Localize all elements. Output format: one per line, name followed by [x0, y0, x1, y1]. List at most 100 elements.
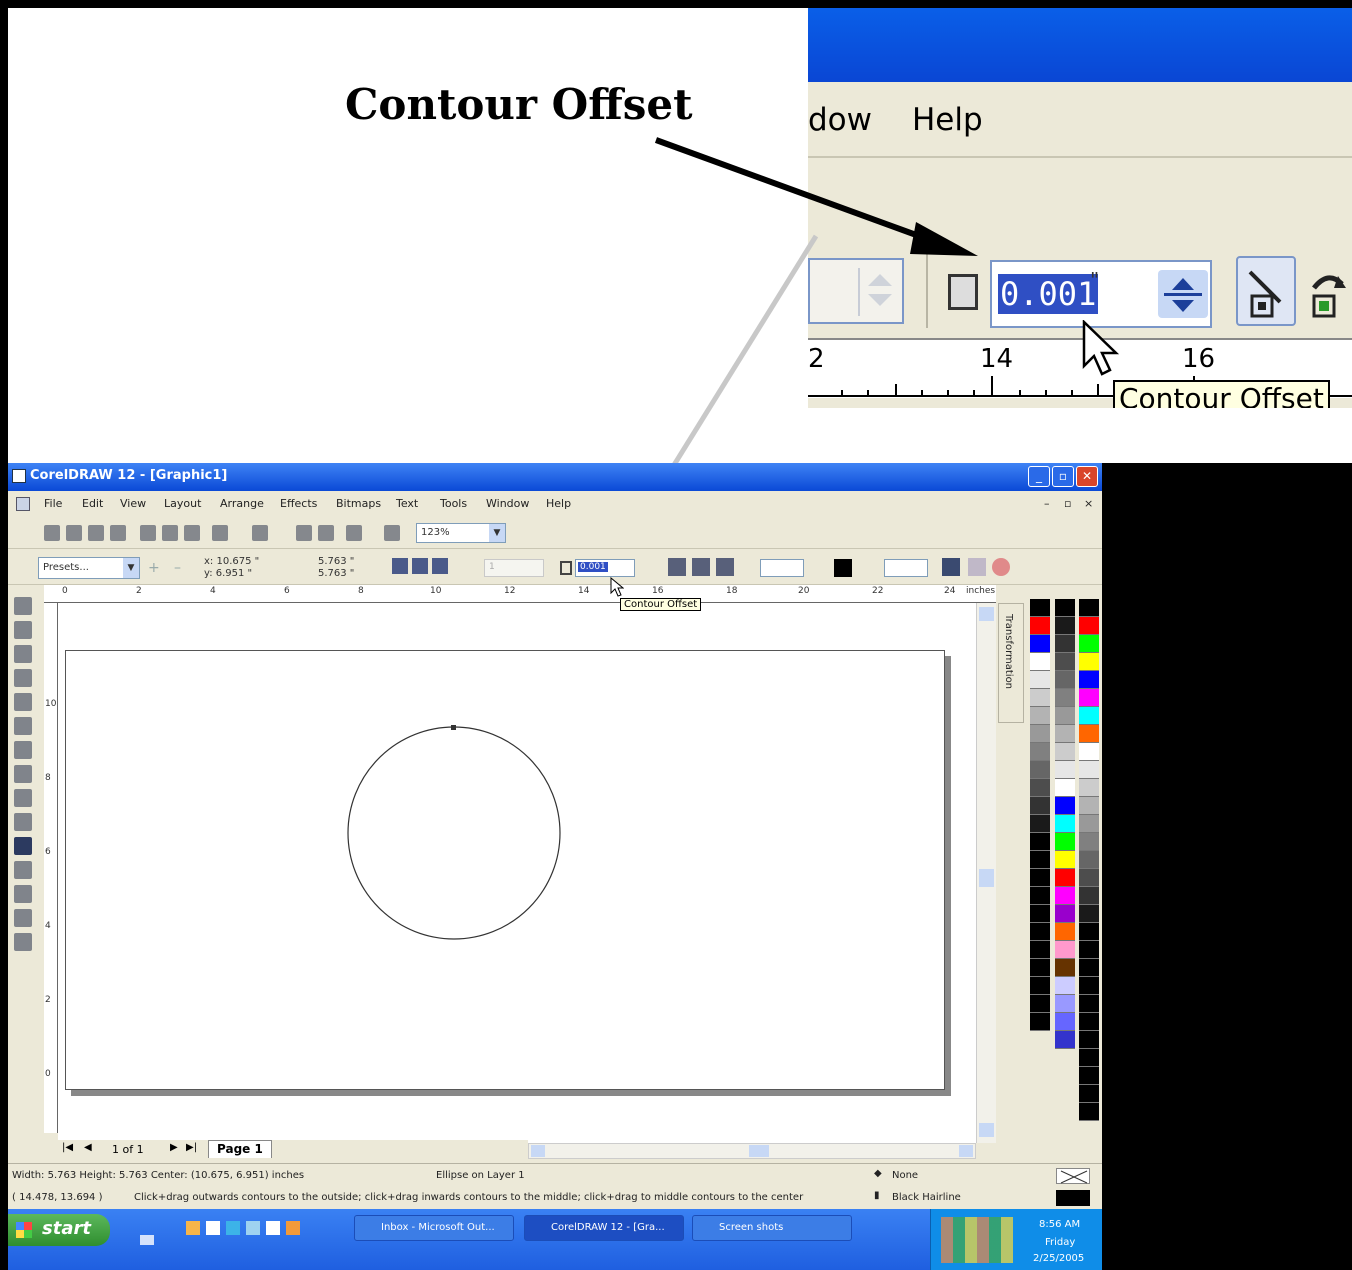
menu-bitmaps[interactable]: Bitmaps [336, 497, 381, 510]
redo-icon[interactable] [252, 525, 268, 541]
fill-color-swatch[interactable] [834, 559, 852, 577]
contour-rotate-small-icon[interactable] [692, 558, 710, 576]
quicklaunch-icon[interactable] [266, 1221, 280, 1235]
scroll-thumb[interactable] [979, 869, 994, 887]
menu-arrange[interactable]: Arrange [220, 497, 264, 510]
doc-close-icon[interactable]: × [1084, 497, 1093, 510]
inside-icon[interactable] [412, 558, 428, 574]
restore-button[interactable]: ▫ [1052, 466, 1074, 487]
interactive-contour-tool-icon[interactable] [14, 837, 32, 855]
color-swatch[interactable] [1055, 815, 1075, 833]
paste-icon[interactable] [184, 525, 200, 541]
doc-restore-icon[interactable]: ▫ [1064, 497, 1071, 510]
color-swatch[interactable] [1030, 905, 1050, 923]
color-swatch[interactable] [1055, 995, 1075, 1013]
ellipse-object[interactable] [346, 725, 562, 941]
color-swatch[interactable] [1030, 887, 1050, 905]
contour-steps-field[interactable]: 1 [484, 559, 544, 577]
color-swatch[interactable] [1055, 923, 1075, 941]
color-swatch[interactable] [1079, 887, 1099, 905]
color-swatch[interactable] [1079, 815, 1099, 833]
chevron-down-icon[interactable]: ▼ [123, 558, 139, 578]
undo-icon[interactable] [212, 525, 228, 541]
last-page-icon[interactable]: ▶| [186, 1142, 197, 1153]
color-swatch[interactable] [1079, 1013, 1099, 1031]
color-swatch[interactable] [1030, 599, 1050, 617]
color-swatch[interactable] [1030, 617, 1050, 635]
color-swatch[interactable] [1055, 599, 1075, 617]
quicklaunch-icon[interactable] [246, 1221, 260, 1235]
ellipse-tool-icon[interactable] [14, 741, 32, 759]
color-swatch[interactable] [1055, 959, 1075, 977]
stop-icon[interactable] [992, 558, 1010, 576]
outside-icon[interactable] [432, 558, 448, 574]
color-swatch[interactable] [1079, 653, 1099, 671]
color-swatch[interactable] [1079, 941, 1099, 959]
color-swatch[interactable] [1055, 941, 1075, 959]
menu-tools[interactable]: Tools [440, 497, 467, 510]
color-swatch[interactable] [1030, 653, 1050, 671]
zoom-level-select[interactable]: 123% ▼ [416, 523, 506, 543]
text-tool-icon[interactable] [14, 813, 32, 831]
contour-offset-value[interactable]: 0.001 [578, 562, 608, 572]
color-swatch[interactable] [1079, 743, 1099, 761]
minimize-button[interactable]: _ [1028, 466, 1050, 487]
color-swatch[interactable] [1079, 905, 1099, 923]
color-swatch[interactable] [1055, 887, 1075, 905]
polygon-tool-icon[interactable] [14, 765, 32, 783]
color-swatch[interactable] [1079, 779, 1099, 797]
color-swatch[interactable] [1079, 617, 1099, 635]
color-swatch[interactable] [1079, 995, 1099, 1013]
color-swatch[interactable] [1055, 617, 1075, 635]
color-swatch[interactable] [1055, 743, 1075, 761]
color-swatch[interactable] [1079, 707, 1099, 725]
scroll-down-icon[interactable] [979, 1123, 994, 1137]
color-swatch[interactable] [1055, 977, 1075, 995]
x-position-field[interactable]: x: 10.675 " [204, 556, 259, 567]
hscroll-thumb[interactable] [749, 1145, 769, 1157]
scroll-up-icon[interactable] [979, 607, 994, 621]
show-desktop-icon[interactable] [140, 1235, 154, 1245]
color-swatch[interactable] [1030, 761, 1050, 779]
new-from-template-icon[interactable] [66, 525, 82, 541]
color-swatch[interactable] [1030, 995, 1050, 1013]
next-page-icon[interactable]: ▶ [170, 1142, 178, 1153]
color-swatch[interactable] [1079, 761, 1099, 779]
rectangle-tool-icon[interactable] [14, 717, 32, 735]
pick-tool-icon[interactable] [14, 597, 32, 615]
first-page-icon[interactable]: |◀ [62, 1142, 73, 1153]
outline-color-select[interactable] [760, 559, 804, 577]
color-swatch[interactable] [1055, 689, 1075, 707]
height-field[interactable]: 5.763 " [318, 568, 354, 579]
new-icon[interactable] [44, 525, 60, 541]
clear-contour-icon[interactable] [968, 558, 986, 576]
scroll-left-icon[interactable] [531, 1145, 545, 1157]
menu-file[interactable]: File [44, 497, 62, 510]
color-swatch[interactable] [1030, 725, 1050, 743]
color-swatch[interactable] [1079, 1103, 1099, 1121]
color-swatch[interactable] [1030, 635, 1050, 653]
doc-minimize-icon[interactable]: – [1044, 497, 1050, 510]
color-swatch[interactable] [1030, 797, 1050, 815]
color-swatch[interactable] [1079, 1031, 1099, 1049]
color-swatch[interactable] [1030, 959, 1050, 977]
color-swatch[interactable] [1030, 923, 1050, 941]
transformation-docker-tab[interactable]: Transformation [998, 603, 1024, 723]
color-swatch[interactable] [1079, 797, 1099, 815]
tray-icons[interactable] [941, 1217, 1013, 1263]
menu-help[interactable]: Help [546, 497, 571, 510]
color-swatch[interactable] [1030, 833, 1050, 851]
corel-online-icon[interactable] [384, 525, 400, 541]
color-swatch[interactable] [1079, 851, 1099, 869]
export-icon[interactable] [318, 525, 334, 541]
remove-preset-icon[interactable]: – [174, 561, 188, 575]
add-preset-icon[interactable]: + [148, 561, 162, 575]
color-swatch[interactable] [1055, 653, 1075, 671]
color-palette-3[interactable] [1079, 599, 1099, 1121]
freehand-tool-icon[interactable] [14, 669, 32, 687]
fill-none-swatch[interactable] [1056, 1168, 1090, 1184]
basic-shapes-tool-icon[interactable] [14, 789, 32, 807]
y-position-field[interactable]: y: 6.951 " [204, 568, 252, 579]
quicklaunch-icon[interactable] [206, 1221, 220, 1235]
color-swatch[interactable] [1079, 977, 1099, 995]
